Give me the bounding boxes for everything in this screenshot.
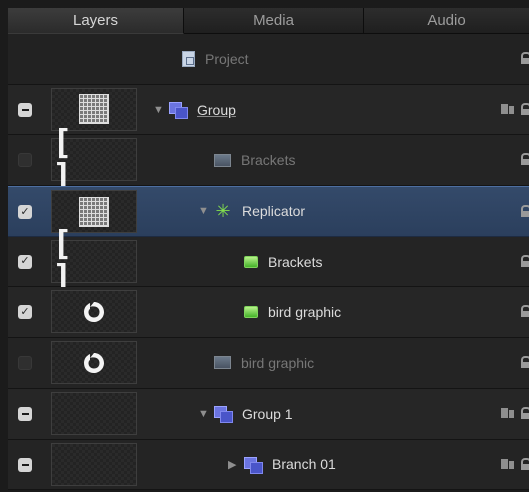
layer-row-controls — [521, 205, 529, 218]
layer-row[interactable]: Project — [8, 34, 529, 85]
layer-tree-node: bird graphic — [198, 338, 314, 388]
layer-thumbnail — [51, 290, 137, 334]
image-icon — [214, 356, 231, 370]
project-icon — [182, 50, 195, 67]
tab-bar: Layers Media Audio — [8, 8, 529, 34]
green-square-icon — [244, 306, 258, 319]
layer-row[interactable]: ✓ bird graphic — [8, 287, 529, 339]
layer-row-controls — [521, 52, 529, 64]
replicator-grid-graphic — [79, 196, 109, 227]
layer-thumbnail: [ ] — [51, 126, 137, 194]
layer-active-checkbox[interactable] — [18, 406, 32, 421]
bird-graphic-icon — [84, 301, 104, 322]
lock-icon[interactable] — [521, 305, 529, 318]
group-icon — [214, 406, 233, 424]
layer-tree-node: ▼ ✳ Replicator — [198, 187, 305, 236]
layer-name[interactable]: bird graphic — [268, 304, 341, 320]
layer-name[interactable]: Brackets — [241, 152, 295, 168]
layer-tree-node: ▶ Branch 01 — [228, 440, 336, 490]
layer-active-checkbox[interactable] — [18, 356, 32, 371]
lock-icon[interactable] — [521, 356, 529, 369]
lock-icon[interactable] — [521, 457, 529, 470]
group-icon — [244, 456, 263, 474]
layer-tree-node: Brackets — [198, 135, 295, 185]
lock-icon[interactable] — [521, 52, 529, 64]
layer-name[interactable]: Replicator — [242, 203, 305, 219]
layer-thumbnail: [ ] — [51, 227, 137, 295]
layer-name[interactable]: Project — [205, 51, 249, 67]
layer-active-checkbox[interactable]: ✓ — [18, 205, 32, 220]
layer-tree-node: ▼ Group 1 — [198, 389, 293, 439]
layer-active-checkbox[interactable] — [18, 102, 32, 117]
tab-layers[interactable]: Layers — [8, 8, 184, 34]
lock-icon[interactable] — [521, 153, 529, 166]
replicator-icon: ✳ — [215, 201, 231, 222]
layer-tree-node: bird graphic — [228, 287, 341, 337]
brackets-graphic: [ ] — [52, 122, 83, 197]
mask-icon[interactable] — [501, 103, 515, 114]
layer-row-controls — [521, 254, 529, 267]
lock-icon[interactable] — [521, 254, 529, 267]
green-square-icon — [244, 255, 258, 268]
brackets-graphic: [ ] — [52, 224, 83, 299]
layer-row[interactable]: ▶ Branch 01 — [8, 439, 529, 491]
lock-icon[interactable] — [521, 406, 529, 419]
layers-panel: Layers Media Audio Project ▼ Group [ ] Brack… — [0, 0, 529, 492]
layer-name[interactable]: Group 1 — [242, 406, 293, 422]
layer-name[interactable]: bird graphic — [241, 355, 314, 371]
layer-row-controls — [501, 102, 529, 115]
layer-tree-node: Project — [166, 34, 249, 84]
tab-media[interactable]: Media — [184, 8, 364, 34]
layer-row-controls — [501, 406, 529, 419]
layer-name[interactable]: Brackets — [268, 254, 322, 270]
mask-icon[interactable] — [501, 458, 515, 469]
layer-row[interactable]: ✓ [ ] Brackets — [8, 227, 529, 295]
tab-audio[interactable]: Audio — [364, 8, 529, 34]
group-icon — [169, 102, 188, 120]
mask-icon[interactable] — [501, 407, 515, 418]
layer-row-controls — [521, 153, 529, 166]
layer-name[interactable]: Group — [197, 102, 236, 118]
disclosure-down-icon[interactable]: ▼ — [198, 408, 214, 420]
bird-graphic-icon — [84, 352, 104, 373]
layer-active-checkbox[interactable] — [18, 153, 32, 168]
disclosure-down-icon[interactable]: ▼ — [198, 205, 214, 217]
layer-row-controls — [521, 305, 529, 318]
lock-icon[interactable] — [521, 102, 529, 115]
layer-tree-node: Brackets — [228, 237, 322, 287]
layer-thumbnail — [51, 442, 137, 486]
layer-row[interactable]: ▼ Group 1 — [8, 388, 529, 440]
disclosure-right-icon[interactable]: ▶ — [228, 458, 244, 471]
layer-active-checkbox[interactable]: ✓ — [18, 305, 32, 320]
image-icon — [214, 153, 231, 167]
layer-row[interactable]: bird graphic — [8, 338, 529, 389]
layer-list: Project ▼ Group[ ] Brackets ✓ ▼ ✳ Replicator ✓[ … — [8, 34, 529, 491]
layer-row[interactable]: [ ] Brackets — [8, 126, 529, 194]
lock-icon[interactable] — [521, 205, 529, 218]
layer-name[interactable]: Branch 01 — [272, 456, 336, 472]
layer-active-checkbox[interactable]: ✓ — [18, 254, 32, 269]
layer-active-checkbox[interactable] — [18, 457, 32, 472]
layer-tree-node: ▼ Group — [153, 85, 236, 135]
replicator-grid-graphic — [79, 94, 109, 125]
layer-thumbnail — [51, 341, 137, 385]
layer-row-controls — [521, 356, 529, 369]
disclosure-down-icon[interactable]: ▼ — [153, 104, 169, 116]
layer-thumbnail — [51, 391, 137, 435]
layer-row-controls — [501, 457, 529, 470]
